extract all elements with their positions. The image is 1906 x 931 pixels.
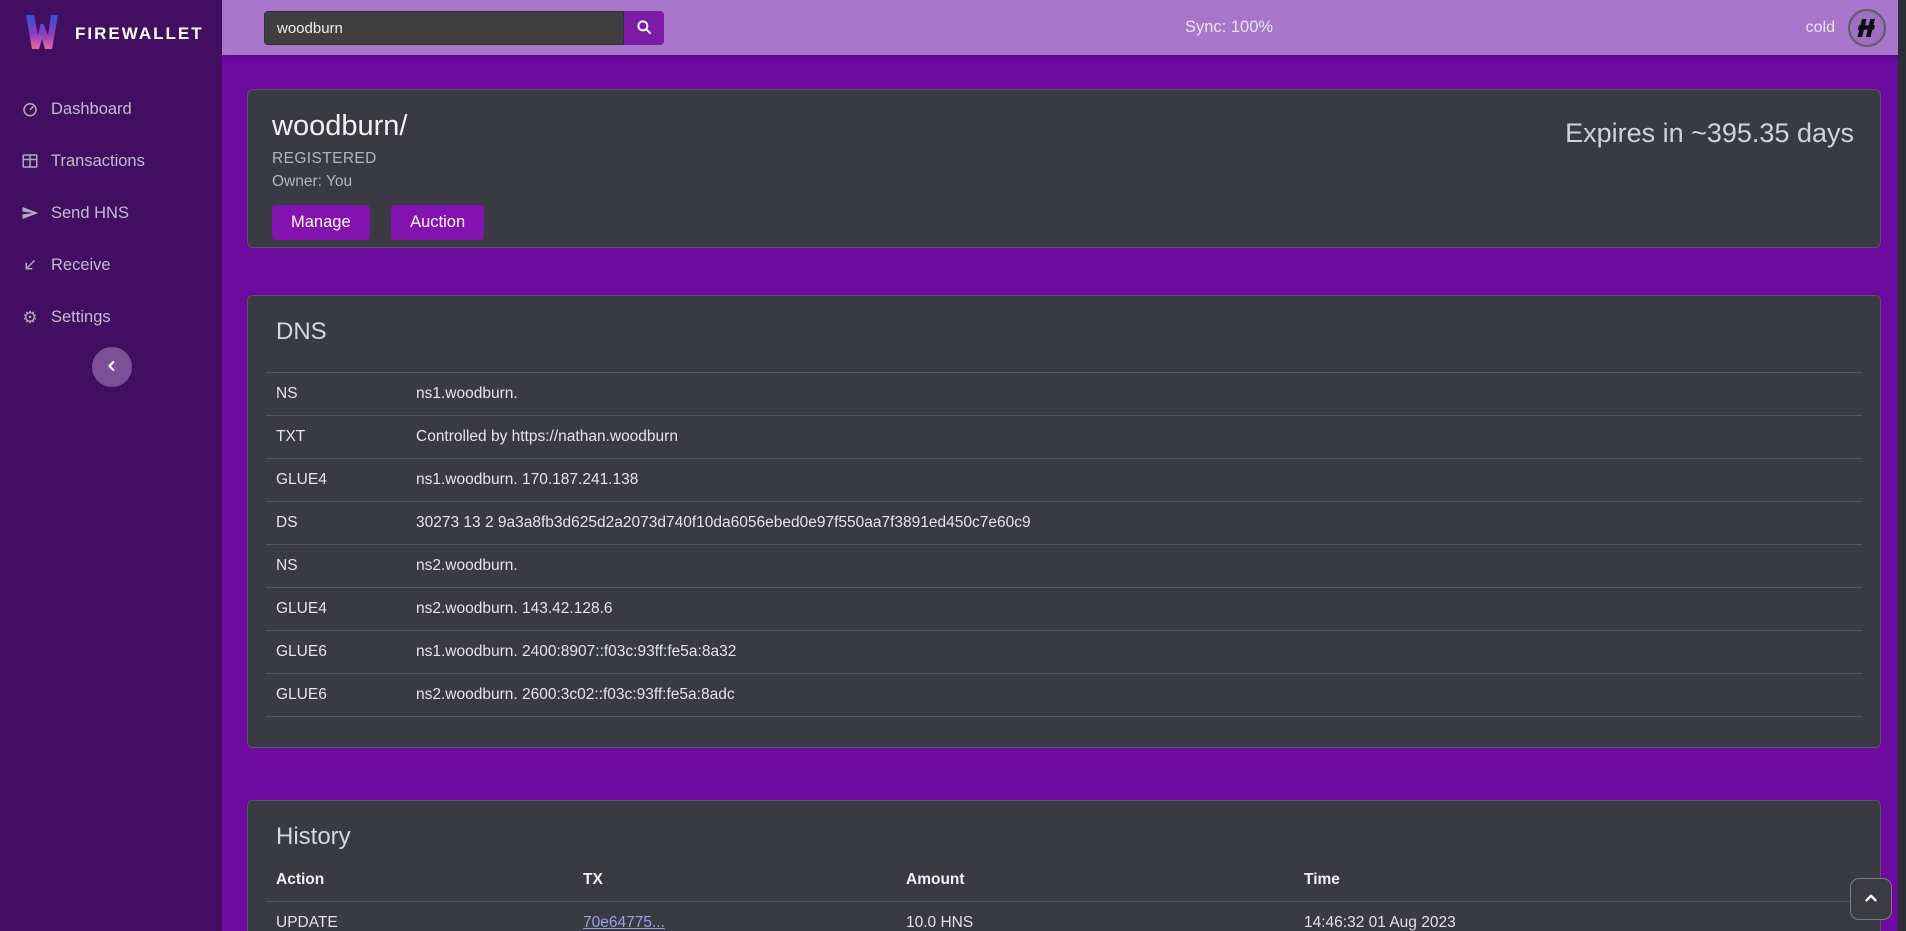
sidebar-collapse-button[interactable] — [92, 347, 132, 387]
dns-record-value: ns2.woodburn. — [406, 545, 1862, 588]
sidebar-item-label: Settings — [51, 308, 111, 327]
dns-record-type: NS — [266, 545, 406, 588]
dns-record-value: ns2.woodburn. 2600:3c02::f03c:93ff:fe5a:… — [406, 674, 1862, 717]
domain-status: REGISTERED — [272, 150, 1856, 168]
gear-icon: ⚙ — [20, 307, 40, 327]
sidebar-item-label: Dashboard — [51, 100, 132, 119]
sidebar-item-dashboard[interactable]: Dashboard — [0, 83, 222, 135]
sidebar-item-label: Send HNS — [51, 204, 129, 223]
chevron-up-icon — [1862, 889, 1880, 910]
history-col-time: Time — [1294, 859, 1862, 902]
search-icon — [635, 18, 653, 39]
page-scrollbar[interactable] — [1898, 0, 1906, 931]
sidebar-item-label: Transactions — [51, 152, 145, 171]
dns-record-row: DS 30273 13 2 9a3a8fb3d625d2a2073d740f10… — [266, 502, 1862, 545]
dns-record-type: GLUE6 — [266, 674, 406, 717]
receive-icon — [20, 255, 40, 275]
sync-status: Sync: 100% — [1185, 18, 1273, 37]
wallet-name: cold — [1806, 19, 1835, 37]
dns-card-title: DNS — [266, 318, 1862, 346]
tx-link[interactable]: 70e64775... — [583, 914, 665, 931]
dns-record-type: DS — [266, 502, 406, 545]
dns-record-row: GLUE6 ns2.woodburn. 2600:3c02::f03c:93ff… — [266, 674, 1862, 717]
dns-record-type: TXT — [266, 416, 406, 459]
dns-record-row: GLUE4 ns2.woodburn. 143.42.128.6 — [266, 588, 1862, 631]
dns-record-type: NS — [266, 373, 406, 416]
dns-table: NS ns1.woodburn. TXT Controlled by https… — [266, 372, 1862, 717]
dns-record-row: NS ns2.woodburn. — [266, 545, 1862, 588]
dns-record-type: GLUE4 — [266, 588, 406, 631]
table-icon — [20, 151, 40, 171]
dns-record-value: Controlled by https://nathan.woodburn — [406, 416, 1862, 459]
history-col-amount: Amount — [896, 859, 1294, 902]
domain-actions: Manage Auction — [272, 205, 1856, 240]
dns-record-type: GLUE6 — [266, 631, 406, 674]
firewallet-logo-icon — [22, 10, 62, 59]
send-icon — [20, 203, 40, 223]
handshake-logo-icon — [1848, 9, 1886, 47]
dns-record-value: ns1.woodburn. 2400:8907::f03c:93ff:fe5a:… — [406, 631, 1862, 674]
sidebar-item-receive[interactable]: Receive — [0, 239, 222, 291]
history-row: UPDATE 70e64775... 10.0 HNS 14:46:32 01 … — [266, 902, 1862, 931]
main-content: woodburn/ REGISTERED Owner: You Manage A… — [222, 55, 1898, 931]
search-bar — [264, 11, 664, 45]
sidebar-item-send-hns[interactable]: Send HNS — [0, 187, 222, 239]
dns-record-value: ns1.woodburn. 170.187.241.138 — [406, 459, 1862, 502]
dns-card: DNS NS ns1.woodburn. TXT Controlled by h… — [247, 295, 1881, 748]
sidebar-item-transactions[interactable]: Transactions — [0, 135, 222, 187]
brand-header[interactable]: FIREWALLET — [0, 0, 222, 67]
dns-record-type: GLUE4 — [266, 459, 406, 502]
dns-record-value: 30273 13 2 9a3a8fb3d625d2a2073d740f10da6… — [406, 502, 1862, 545]
history-col-tx: TX — [573, 859, 896, 902]
chevron-left-icon — [104, 358, 120, 377]
history-amount: 10.0 HNS — [896, 902, 1294, 931]
domain-card: woodburn/ REGISTERED Owner: You Manage A… — [247, 89, 1881, 248]
history-card: History Action TX Amount Time UPDATE 70e… — [247, 800, 1881, 931]
sidebar-item-settings[interactable]: ⚙ Settings — [0, 291, 222, 343]
sidebar-nav: Dashboard Transactions Send HNS — [0, 67, 222, 343]
expires-label: Expires in ~395.35 days — [1565, 118, 1854, 149]
auction-button[interactable]: Auction — [391, 205, 484, 240]
history-table: Action TX Amount Time UPDATE 70e64775...… — [266, 859, 1862, 931]
topbar: Sync: 100% cold — [222, 0, 1906, 55]
manage-button[interactable]: Manage — [272, 205, 370, 240]
history-time: 14:46:32 01 Aug 2023 — [1294, 902, 1862, 931]
dns-record-value: ns2.woodburn. 143.42.128.6 — [406, 588, 1862, 631]
scroll-to-top-button[interactable] — [1850, 878, 1892, 920]
search-button[interactable] — [624, 11, 664, 45]
dns-record-row: GLUE4 ns1.woodburn. 170.187.241.138 — [266, 459, 1862, 502]
brand-name: FIREWALLET — [75, 24, 204, 44]
dns-record-row: TXT Controlled by https://nathan.woodbur… — [266, 416, 1862, 459]
domain-owner: Owner: You — [272, 173, 1856, 191]
dns-record-row: NS ns1.woodburn. — [266, 373, 1862, 416]
history-action: UPDATE — [266, 902, 573, 931]
sidebar: FIREWALLET Dashboard Transactions — [0, 0, 222, 931]
dns-record-row: GLUE6 ns1.woodburn. 2400:8907::f03c:93ff… — [266, 631, 1862, 674]
history-col-action: Action — [266, 859, 573, 902]
history-card-title: History — [266, 823, 1862, 851]
search-input[interactable] — [264, 11, 624, 45]
gauge-icon — [20, 99, 40, 119]
wallet-selector[interactable]: cold — [1806, 0, 1886, 55]
dns-record-value: ns1.woodburn. — [406, 373, 1862, 416]
history-header-row: Action TX Amount Time — [266, 859, 1862, 902]
sidebar-item-label: Receive — [51, 256, 111, 275]
